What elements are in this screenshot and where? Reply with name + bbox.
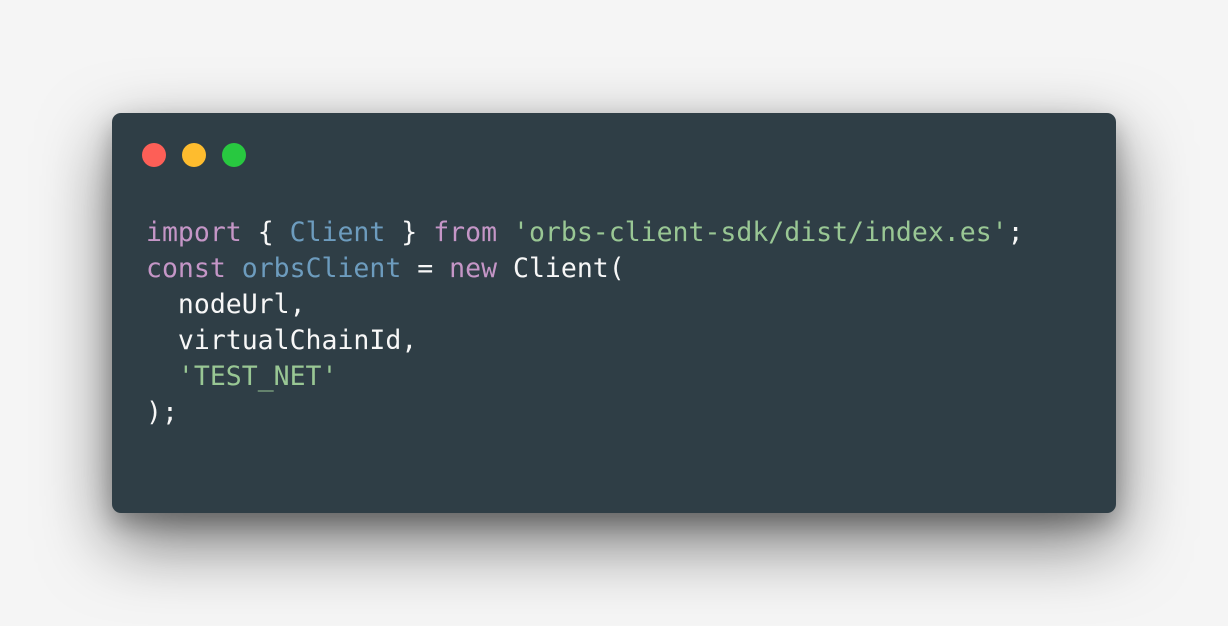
punctuation-token: ; [1007,217,1024,248]
close-button[interactable] [142,143,166,167]
minimize-button[interactable] [182,143,206,167]
identifier-token: Client [289,217,386,248]
code-line-6: ); [146,395,1024,431]
code-line-2: const orbsClient = new Client( [146,251,1024,287]
punctuation-token: } [385,217,434,248]
code-window: import { Client } from 'orbs-client-sdk/… [112,113,1116,513]
code-line-1: import { Client } from 'orbs-client-sdk/… [146,215,1024,251]
punctuation-token: ); [146,397,178,428]
keyword-token: import [146,217,242,248]
maximize-button[interactable] [222,143,246,167]
keyword-token: const [146,253,226,284]
operator-token: = [401,253,450,284]
punctuation-token: { [241,217,290,248]
window-controls [142,143,246,167]
plain-token: Client( [497,253,625,284]
string-token: 'TEST_NET' [177,361,338,392]
plain-token: nodeUrl, [146,289,306,320]
string-token: 'orbs-client-sdk/dist/index.es' [513,217,1008,248]
code-line-3: nodeUrl, [146,287,1024,323]
code-line-4: virtualChainId, [146,323,1024,359]
stage: import { Client } from 'orbs-client-sdk/… [0,0,1228,626]
identifier-token: orbsClient [241,253,402,284]
keyword-token: new [449,253,498,284]
code-line-5: 'TEST_NET' [146,359,1024,395]
plain-token: virtualChainId, [146,325,418,356]
code-block: import { Client } from 'orbs-client-sdk/… [146,215,1024,431]
keyword-token: from [433,217,498,248]
